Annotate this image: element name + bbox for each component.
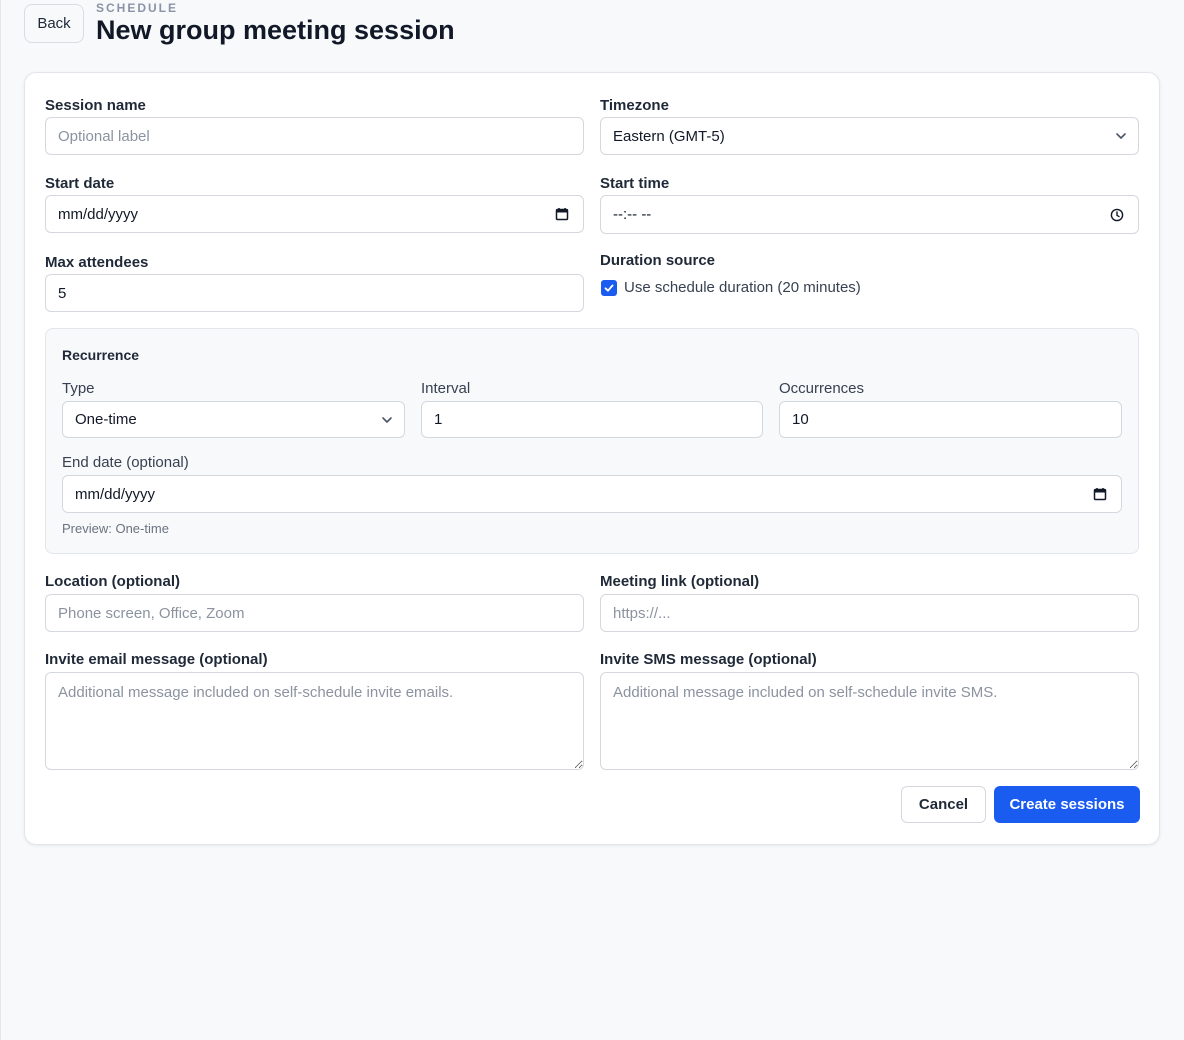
meeting-link-label: Meeting link (optional) — [600, 573, 760, 590]
timezone-label: Timezone — [600, 97, 669, 114]
session-name-label: Session name — [45, 97, 146, 114]
cancel-button[interactable]: Cancel — [901, 786, 986, 823]
duration-checkbox[interactable] — [601, 280, 617, 296]
page-eyebrow: SCHEDULE — [96, 1, 179, 15]
chevron-down-icon — [382, 417, 392, 423]
start-time-value: --:-- -- — [613, 206, 652, 223]
duration-source-label: Duration source — [600, 252, 716, 269]
start-time-label: Start time — [600, 175, 670, 192]
recurrence-title: Recurrence — [62, 347, 140, 363]
chevron-down-icon — [1116, 133, 1126, 139]
timezone-selected-value: Eastern (GMT-5) — [613, 127, 725, 145]
clock-icon[interactable] — [1110, 208, 1124, 222]
recurrence-type-select[interactable]: One-time — [62, 401, 405, 438]
interval-label: Interval — [421, 380, 471, 397]
max-attendees-input[interactable] — [45, 274, 584, 312]
end-date-input[interactable]: mm/dd/yyyy — [62, 475, 1122, 513]
occurrences-input[interactable] — [779, 401, 1122, 438]
end-date-label: End date (optional) — [62, 454, 189, 471]
calendar-icon[interactable] — [1093, 487, 1107, 501]
back-button[interactable]: Back — [24, 4, 84, 43]
start-time-input[interactable]: --:-- -- — [600, 195, 1139, 234]
recurrence-preview: Preview: One-time — [62, 521, 169, 536]
occurrences-label: Occurrences — [779, 380, 865, 397]
recurrence-type-label: Type — [62, 380, 95, 397]
interval-input[interactable] — [421, 401, 763, 438]
recurrence-type-value: One-time — [75, 411, 137, 428]
recurrence-panel: Recurrence Type One-time Interval Occurr… — [45, 328, 1139, 554]
invite-email-label: Invite email message (optional) — [45, 651, 268, 668]
invite-sms-label: Invite SMS message (optional) — [600, 651, 817, 668]
start-date-value: mm/dd/yyyy — [58, 205, 139, 223]
start-date-input[interactable]: mm/dd/yyyy — [45, 195, 584, 233]
invite-email-textarea[interactable] — [45, 672, 584, 770]
duration-checkbox-label[interactable]: Use schedule duration (20 minutes) — [624, 279, 861, 296]
meeting-link-input[interactable] — [600, 594, 1139, 632]
create-sessions-button[interactable]: Create sessions — [994, 786, 1140, 823]
max-attendees-label: Max attendees — [45, 254, 149, 271]
checkmark-icon — [604, 284, 614, 292]
timezone-select[interactable]: Eastern (GMT-5) — [600, 117, 1139, 155]
location-input[interactable] — [45, 594, 584, 632]
end-date-value: mm/dd/yyyy — [75, 485, 156, 503]
calendar-icon[interactable] — [555, 207, 569, 221]
invite-sms-textarea[interactable] — [600, 672, 1139, 770]
page-title: New group meeting session — [96, 15, 455, 45]
location-label: Location (optional) — [45, 573, 180, 590]
session-form-card: Session name Timezone Eastern (GMT-5) St… — [24, 72, 1160, 845]
start-date-label: Start date — [45, 175, 115, 192]
session-name-input[interactable] — [45, 117, 584, 155]
page-edge — [0, 0, 1, 1040]
